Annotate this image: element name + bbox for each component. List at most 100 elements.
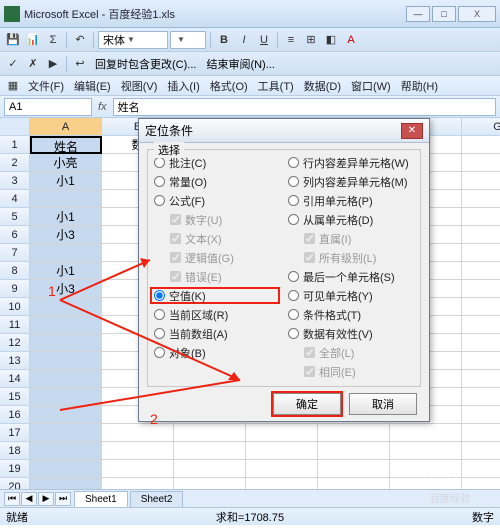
- cell[interactable]: [318, 424, 390, 442]
- row-header[interactable]: 18: [0, 442, 30, 460]
- menu-window[interactable]: 窗口(W): [347, 76, 395, 96]
- ok-button[interactable]: 确定: [273, 393, 341, 415]
- fx-icon[interactable]: fx: [98, 101, 107, 113]
- cell[interactable]: [462, 316, 500, 334]
- cell[interactable]: 小1: [30, 172, 102, 190]
- cell[interactable]: 姓名: [30, 136, 102, 154]
- option-array[interactable]: [154, 328, 165, 339]
- option-validation[interactable]: [288, 328, 299, 339]
- row-header[interactable]: 14: [0, 370, 30, 388]
- row-header[interactable]: 7: [0, 244, 30, 262]
- bold-button[interactable]: B: [215, 31, 233, 49]
- row-header[interactable]: 3: [0, 172, 30, 190]
- cell[interactable]: [462, 352, 500, 370]
- cell[interactable]: [462, 424, 500, 442]
- cell[interactable]: [102, 442, 174, 460]
- row-header[interactable]: 10: [0, 298, 30, 316]
- app-menu-icon[interactable]: ▦: [4, 77, 22, 95]
- cell[interactable]: [30, 352, 102, 370]
- cell[interactable]: [462, 370, 500, 388]
- sheet-nav-next[interactable]: ▶: [38, 492, 54, 506]
- row-header[interactable]: 13: [0, 352, 30, 370]
- cell[interactable]: [246, 424, 318, 442]
- italic-button[interactable]: I: [235, 31, 253, 49]
- option-note[interactable]: [154, 157, 165, 168]
- menu-data[interactable]: 数据(D): [300, 76, 345, 96]
- row-header[interactable]: 9: [0, 280, 30, 298]
- menu-tools[interactable]: 工具(T): [254, 76, 298, 96]
- cell[interactable]: [30, 388, 102, 406]
- option-formula[interactable]: [154, 195, 165, 206]
- cell[interactable]: [462, 262, 500, 280]
- cell[interactable]: [462, 388, 500, 406]
- option-coldiff[interactable]: [288, 176, 299, 187]
- dialog-close-button[interactable]: ✕: [401, 123, 423, 139]
- sheet-tab-2[interactable]: Sheet2: [130, 491, 184, 507]
- minimize-button[interactable]: —: [406, 6, 430, 22]
- cell[interactable]: [30, 406, 102, 424]
- formula-input[interactable]: 姓名: [113, 98, 496, 116]
- function-icon[interactable]: Σ: [44, 31, 62, 49]
- option-visible[interactable]: [288, 290, 299, 301]
- cell[interactable]: [462, 280, 500, 298]
- cell[interactable]: [174, 460, 246, 478]
- sheet-nav-first[interactable]: ⏮: [4, 492, 20, 506]
- menu-file[interactable]: 文件(F): [24, 76, 68, 96]
- select-all-corner[interactable]: [0, 118, 30, 136]
- reject-changes-icon[interactable]: ✗: [24, 55, 42, 73]
- option-depcell[interactable]: [288, 214, 299, 225]
- cell[interactable]: 小亮: [30, 154, 102, 172]
- row-header[interactable]: 5: [0, 208, 30, 226]
- cell[interactable]: [30, 334, 102, 352]
- option-refcell[interactable]: [288, 195, 299, 206]
- cell[interactable]: [246, 442, 318, 460]
- cell[interactable]: [102, 424, 174, 442]
- font-color-icon[interactable]: A: [342, 31, 360, 49]
- dialog-titlebar[interactable]: 定位条件 ✕: [139, 119, 429, 143]
- sheet-tab-1[interactable]: Sheet1: [74, 491, 128, 507]
- cell[interactable]: [174, 424, 246, 442]
- sheet-nav-last[interactable]: ⏭: [55, 492, 71, 506]
- cell[interactable]: [390, 460, 462, 478]
- cell[interactable]: [30, 460, 102, 478]
- cell[interactable]: 小1: [30, 208, 102, 226]
- cell[interactable]: [462, 406, 500, 424]
- cell[interactable]: [30, 190, 102, 208]
- reply-changes-label[interactable]: 回复时包含更改(C)...: [91, 56, 200, 72]
- close-button[interactable]: X: [458, 6, 496, 22]
- maximize-button[interactable]: □: [432, 6, 456, 22]
- cell[interactable]: [462, 208, 500, 226]
- row-header[interactable]: 6: [0, 226, 30, 244]
- option-condfmt[interactable]: [288, 309, 299, 320]
- cell[interactable]: [462, 298, 500, 316]
- cell[interactable]: [30, 298, 102, 316]
- cell[interactable]: [318, 460, 390, 478]
- chart-icon[interactable]: 📊: [24, 31, 42, 49]
- sheet-nav-prev[interactable]: ◀: [21, 492, 37, 506]
- cell[interactable]: [30, 316, 102, 334]
- cell[interactable]: [462, 442, 500, 460]
- save-icon[interactable]: 💾: [4, 31, 22, 49]
- cell[interactable]: [390, 424, 462, 442]
- end-review-label[interactable]: 结束审阅(N)...: [202, 56, 278, 72]
- row-header[interactable]: 2: [0, 154, 30, 172]
- cell[interactable]: [30, 244, 102, 262]
- name-box[interactable]: A1: [4, 98, 92, 116]
- column-header[interactable]: A: [30, 118, 102, 136]
- underline-button[interactable]: U: [255, 31, 273, 49]
- cell[interactable]: 小3: [30, 280, 102, 298]
- cell[interactable]: [462, 136, 500, 154]
- cancel-button[interactable]: 取消: [349, 393, 417, 415]
- option-const[interactable]: [154, 176, 165, 187]
- reply-icon[interactable]: ↩: [71, 55, 89, 73]
- cell[interactable]: 小3: [30, 226, 102, 244]
- cell[interactable]: [462, 334, 500, 352]
- column-header[interactable]: G: [462, 118, 500, 136]
- cell[interactable]: [462, 460, 500, 478]
- next-change-icon[interactable]: ▶: [44, 55, 62, 73]
- cell[interactable]: [30, 442, 102, 460]
- row-header[interactable]: 11: [0, 316, 30, 334]
- menu-insert[interactable]: 插入(I): [163, 76, 203, 96]
- borders-icon[interactable]: ⊞: [302, 31, 320, 49]
- option-objects[interactable]: [154, 347, 165, 358]
